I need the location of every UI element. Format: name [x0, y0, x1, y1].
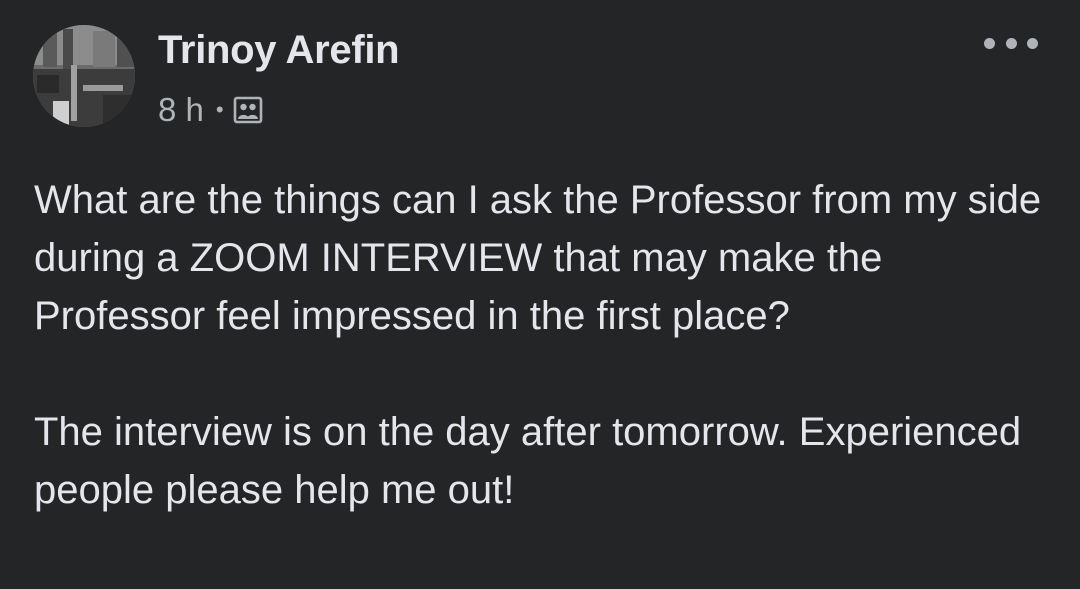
author-name[interactable]: Trinoy Arefin	[158, 28, 400, 73]
more-options-icon[interactable]	[984, 28, 1038, 58]
more-dot	[1027, 37, 1038, 49]
more-dot	[1005, 37, 1017, 49]
more-dot	[984, 37, 995, 49]
post-paragraph: The interview is on the day after tomorr…	[34, 410, 1022, 512]
post-card: Trinoy Arefin 8 h • What are the things …	[0, 0, 1080, 589]
author-avatar[interactable]	[33, 25, 135, 127]
meta-separator: •	[215, 97, 224, 122]
post-meta: 8 h •	[158, 90, 263, 130]
post-timestamp[interactable]: 8 h	[158, 91, 204, 129]
group-icon[interactable]	[233, 96, 263, 124]
post-body: What are the things can I ask the Profes…	[34, 171, 1044, 519]
post-paragraph: What are the things can I ask the Profes…	[34, 178, 1042, 338]
